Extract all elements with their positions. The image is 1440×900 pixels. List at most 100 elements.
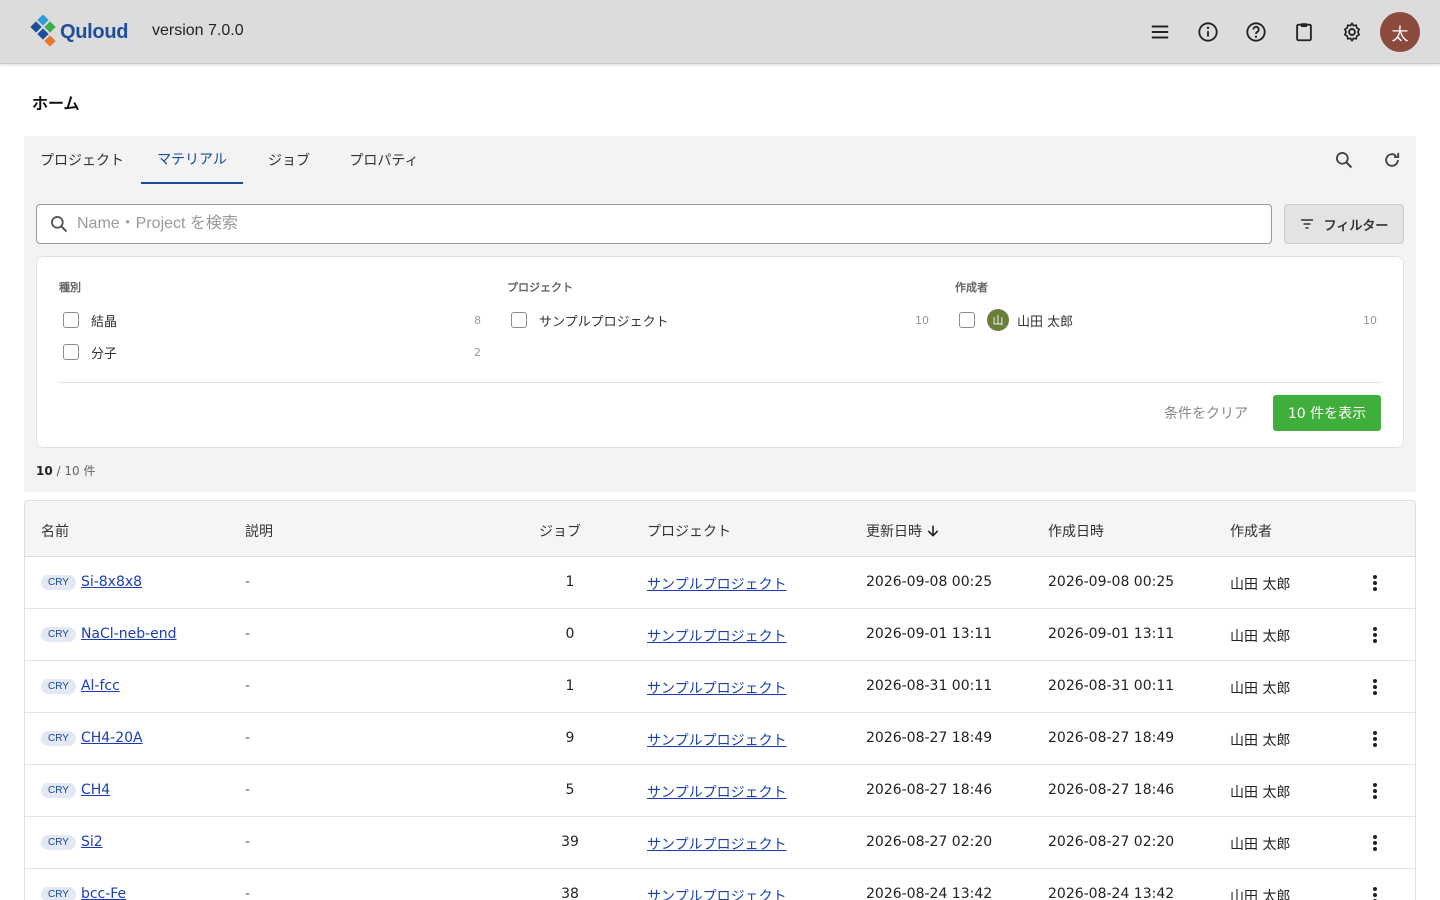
logo-mark-icon	[30, 15, 56, 47]
material-name-cell: CRY NaCl-neb-end	[41, 626, 177, 642]
filter-option-crystal[interactable]: 結晶 8	[63, 309, 481, 331]
material-name-link[interactable]: Si-8x8x8	[81, 574, 142, 590]
jobs-cell: 1	[565, 574, 575, 590]
column-header-updated[interactable]: 更新日時	[866, 521, 941, 541]
column-header-description[interactable]: 説明	[245, 521, 273, 541]
jobs-cell: 1	[565, 678, 575, 694]
column-header-created[interactable]: 作成日時	[1048, 521, 1104, 541]
filter-group-title: 作成者	[955, 281, 988, 294]
table-row[interactable]: CRY Si-8x8x8 - 1 サンプルプロジェクト 2026-09-08 00…	[25, 557, 1415, 609]
tab-projects[interactable]: プロジェクト	[24, 136, 140, 184]
filter-card: 種別 結晶 8 分子 2 プロジェクト サンプルプロジェクト 10 作成者 山 …	[36, 256, 1404, 448]
filter-option-sample-project[interactable]: サンプルプロジェクト 10	[511, 309, 929, 331]
filter-button[interactable]: フィルター	[1284, 204, 1404, 244]
material-name-link[interactable]: CH4-20A	[81, 730, 143, 746]
refresh-icon[interactable]	[1380, 148, 1404, 172]
creator-cell: 山田 太郎	[1230, 733, 1291, 749]
column-header-project[interactable]: プロジェクト	[647, 521, 731, 541]
table-row[interactable]: CRY Si2 - 39 サンプルプロジェクト 2026-08-27 02:20 …	[25, 817, 1415, 869]
tab-properties[interactable]: プロパティ	[336, 136, 432, 184]
filter-button-label: フィルター	[1323, 218, 1389, 234]
search-icon[interactable]	[1332, 148, 1356, 172]
updated-cell: 2026-08-31 00:11	[866, 678, 993, 694]
material-name-link[interactable]: Si2	[81, 834, 103, 850]
menu-icon[interactable]	[1146, 18, 1174, 46]
more-vert-icon[interactable]	[1365, 883, 1385, 900]
filter-option-molecule[interactable]: 分子 2	[63, 341, 481, 363]
project-link[interactable]: サンプルプロジェクト	[647, 730, 787, 750]
arrow-down-icon	[927, 525, 939, 537]
more-vert-icon[interactable]	[1365, 727, 1385, 751]
type-tag: CRY	[41, 886, 76, 900]
created-cell: 2026-08-31 00:11	[1048, 678, 1175, 694]
search-field	[36, 204, 1272, 244]
more-vert-icon[interactable]	[1365, 831, 1385, 855]
updated-cell: 2026-09-01 13:11	[866, 626, 993, 642]
table-row[interactable]: CRY CH4 - 5 サンプルプロジェクト 2026-08-27 18:46 2…	[25, 765, 1415, 817]
apply-filters-button[interactable]: 10 件を表示	[1273, 395, 1381, 431]
material-name-cell: CRY bcc-Fe	[41, 886, 126, 900]
table-header: 名前 説明 ジョブ プロジェクト 更新日時 作成日時 作成者	[25, 501, 1415, 557]
description-cell: -	[245, 782, 251, 798]
search-field-icon	[49, 214, 69, 238]
version-label: version 7.0.0	[152, 22, 244, 39]
material-name-link[interactable]: Al-fcc	[81, 678, 120, 694]
material-name-link[interactable]: bcc-Fe	[81, 886, 126, 900]
filter-icon	[1300, 219, 1313, 229]
created-cell: 2026-09-08 00:25	[1048, 574, 1175, 590]
column-header-name[interactable]: 名前	[41, 521, 69, 541]
description-cell: -	[245, 886, 251, 900]
jobs-cell: 38	[561, 886, 579, 900]
column-header-creator[interactable]: 作成者	[1230, 521, 1272, 541]
result-count: 10 / 10 件	[36, 462, 95, 479]
creator-cell: 山田 太郎	[1230, 785, 1291, 801]
materials-table: 名前 説明 ジョブ プロジェクト 更新日時 作成日時 作成者 CRY Si-8x8…	[24, 500, 1416, 900]
column-header-updated-label: 更新日時	[866, 524, 922, 540]
jobs-cell: 39	[561, 834, 579, 850]
created-cell: 2026-08-27 18:46	[1048, 782, 1175, 798]
type-tag: CRY	[41, 574, 76, 590]
type-tag: CRY	[41, 730, 76, 746]
gear-icon[interactable]	[1338, 18, 1366, 46]
project-link[interactable]: サンプルプロジェクト	[647, 626, 787, 646]
clipboard-icon[interactable]	[1290, 18, 1318, 46]
project-link[interactable]: サンプルプロジェクト	[647, 782, 787, 802]
user-avatar[interactable]: 太	[1380, 12, 1420, 52]
column-header-jobs[interactable]: ジョブ	[539, 521, 581, 541]
created-cell: 2026-08-24 13:42	[1048, 886, 1175, 900]
tab-jobs[interactable]: ジョブ	[254, 136, 324, 184]
project-link[interactable]: サンプルプロジェクト	[647, 834, 787, 854]
checkbox[interactable]	[959, 312, 975, 328]
search-input[interactable]	[77, 205, 1257, 243]
help-icon[interactable]	[1242, 18, 1270, 46]
updated-cell: 2026-09-08 00:25	[866, 574, 993, 590]
more-vert-icon[interactable]	[1365, 675, 1385, 699]
checkbox[interactable]	[511, 312, 527, 328]
logo[interactable]: Quloud	[30, 15, 128, 49]
more-vert-icon[interactable]	[1365, 779, 1385, 803]
clear-filters-button[interactable]: 条件をクリア	[1164, 403, 1248, 423]
creator-avatar: 山	[987, 309, 1009, 331]
result-count-shown: 10	[36, 464, 53, 478]
filter-group-title: 種別	[59, 281, 81, 294]
table-row[interactable]: CRY CH4-20A - 9 サンプルプロジェクト 2026-08-27 18:…	[25, 713, 1415, 765]
table-row[interactable]: CRY NaCl-neb-end - 0 サンプルプロジェクト 2026-09-0…	[25, 609, 1415, 661]
creator-cell: 山田 太郎	[1230, 629, 1291, 645]
info-icon[interactable]	[1194, 18, 1222, 46]
more-vert-icon[interactable]	[1365, 623, 1385, 647]
table-row[interactable]: CRY Al-fcc - 1 サンプルプロジェクト 2026-08-31 00:1…	[25, 661, 1415, 713]
checkbox[interactable]	[63, 312, 79, 328]
updated-cell: 2026-08-27 02:20	[866, 834, 993, 850]
search-panel: プロジェクト マテリアル ジョブ プロパティ フィルター 種別 結晶 8 分子	[24, 136, 1416, 492]
table-row[interactable]: CRY bcc-Fe - 38 サンプルプロジェクト 2026-08-24 13:…	[25, 869, 1415, 900]
material-name-link[interactable]: NaCl-neb-end	[81, 626, 177, 642]
tab-materials[interactable]: マテリアル	[141, 136, 243, 184]
project-link[interactable]: サンプルプロジェクト	[647, 886, 787, 900]
type-tag: CRY	[41, 834, 76, 850]
more-vert-icon[interactable]	[1365, 571, 1385, 595]
project-link[interactable]: サンプルプロジェクト	[647, 678, 787, 698]
filter-option-creator[interactable]: 山 山田 太郎 10	[959, 309, 1377, 331]
project-link[interactable]: サンプルプロジェクト	[647, 574, 787, 594]
material-name-link[interactable]: CH4	[81, 782, 110, 798]
checkbox[interactable]	[63, 344, 79, 360]
